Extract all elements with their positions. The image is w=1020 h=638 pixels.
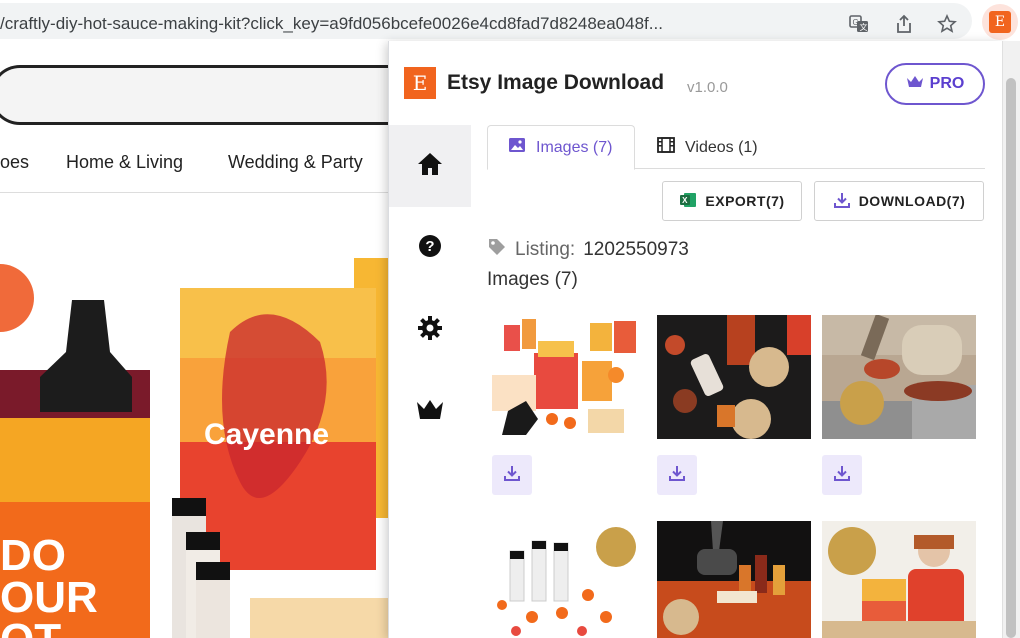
popup-scrollbar-thumb[interactable] (1006, 78, 1016, 638)
download-icon (833, 464, 851, 487)
etsy-logo: E (404, 67, 436, 99)
address-bar[interactable]: /craftly-diy-hot-sauce-making-kit?click_… (0, 3, 972, 39)
images-heading: Images (7) (487, 269, 578, 290)
crown-icon (415, 398, 445, 427)
product-hero-image[interactable]: Cayenne DO OUR OT (0, 202, 390, 638)
popup-sidebar: ? (389, 125, 471, 638)
etsy-image-download-popup: E Etsy Image Download v1.0.0 PRO ? Image… (388, 41, 1002, 638)
question-circle-icon: ? (418, 234, 442, 263)
image-download-button[interactable] (822, 455, 862, 495)
download-all-button[interactable]: DOWNLOAD(7) (814, 181, 984, 221)
nav-item-home-living[interactable]: Home & Living (66, 152, 183, 173)
nav-divider (0, 192, 390, 193)
listing-info: Listing: 1202550973 (487, 237, 689, 263)
image-download-button[interactable] (657, 455, 697, 495)
bookmark-star-icon[interactable] (936, 13, 958, 35)
media-tabs: Images (7) Videos (1) (487, 125, 985, 170)
etsy-extension-icon: E (989, 11, 1011, 33)
url-text[interactable]: /craftly-diy-hot-sauce-making-kit?click_… (0, 14, 830, 34)
category-nav: oes Home & Living Wedding & Party (0, 152, 390, 192)
tab-videos-label: Videos (1) (685, 138, 758, 156)
export-label: EXPORT(7) (705, 193, 785, 209)
sidebar-item-help[interactable]: ? (389, 207, 471, 289)
tab-videos[interactable]: Videos (1) (637, 125, 778, 170)
tab-images[interactable]: Images (7) (487, 125, 635, 170)
sidebar-item-settings[interactable] (389, 289, 471, 371)
export-button[interactable]: X EXPORT(7) (662, 181, 802, 221)
svg-text:Cayenne: Cayenne (204, 418, 329, 451)
crown-icon (906, 75, 924, 94)
extension-button[interactable]: E (982, 4, 1018, 40)
svg-text:OT: OT (0, 615, 61, 638)
download-icon (668, 464, 686, 487)
etsy-search-bar[interactable] (0, 65, 390, 125)
nav-item-shoes[interactable]: oes (0, 152, 29, 173)
download-label: DOWNLOAD(7) (858, 193, 966, 209)
pro-label: PRO (929, 75, 965, 92)
tab-images-label: Images (7) (536, 138, 613, 156)
product-image-thumbnail[interactable] (492, 315, 646, 439)
film-icon (657, 137, 675, 158)
browser-toolbar: /craftly-diy-hot-sauce-making-kit?click_… (0, 0, 1020, 44)
svg-text:文: 文 (860, 22, 868, 32)
sidebar-item-home[interactable] (389, 125, 471, 207)
etsy-page: oes Home & Living Wedding & Party Cayenn… (0, 44, 390, 638)
svg-text:X: X (682, 196, 688, 205)
translate-icon[interactable]: G文 (848, 13, 870, 35)
download-icon (833, 191, 851, 212)
product-image-thumbnail[interactable] (822, 521, 976, 638)
popup-title: Etsy Image Download (447, 71, 665, 94)
svg-text:?: ? (425, 238, 434, 255)
listing-label: Listing: (515, 239, 576, 260)
listing-id: 1202550973 (583, 239, 689, 260)
product-image-thumbnail[interactable] (657, 521, 811, 638)
tag-icon (487, 237, 507, 263)
pro-button[interactable]: PRO (885, 63, 985, 105)
product-image-thumbnail[interactable] (822, 315, 976, 439)
product-image-thumbnail[interactable] (492, 521, 646, 638)
excel-icon: X (679, 191, 697, 212)
image-download-button[interactable] (492, 455, 532, 495)
share-icon[interactable] (893, 13, 915, 35)
product-image-thumbnail[interactable] (657, 315, 811, 439)
image-icon (508, 137, 526, 158)
nav-item-wedding-party[interactable]: Wedding & Party (228, 152, 363, 173)
version-label: v1.0.0 (687, 79, 728, 96)
download-icon (503, 464, 521, 487)
popup-header: E Etsy Image Download v1.0.0 PRO (389, 41, 1002, 125)
gear-icon (418, 315, 442, 345)
home-icon (417, 152, 443, 181)
sidebar-item-premium[interactable] (389, 371, 471, 453)
